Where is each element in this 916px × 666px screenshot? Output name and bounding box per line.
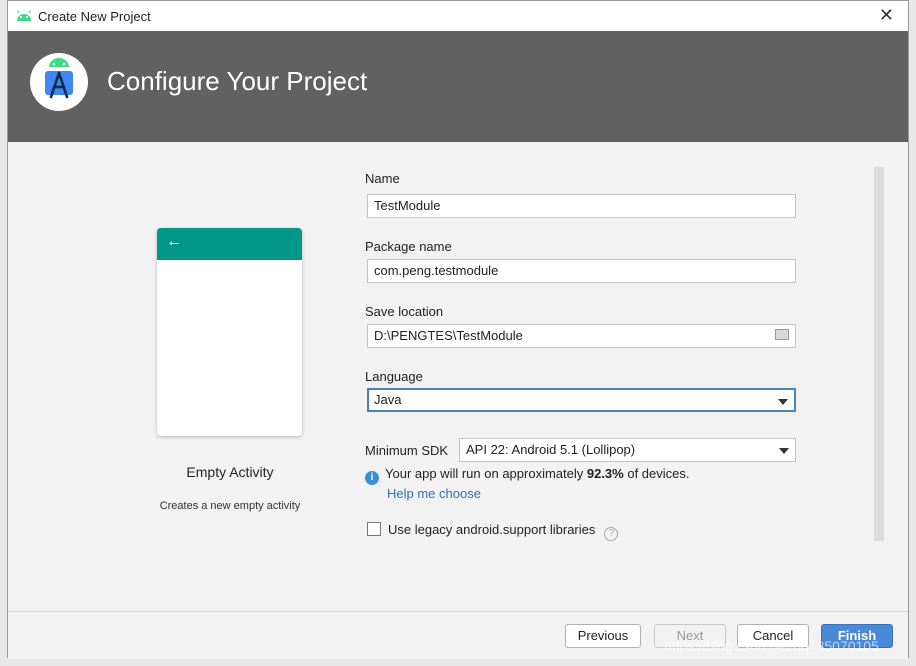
minimum-sdk-value: API 22: Android 5.1 (Lollipop) xyxy=(466,442,636,457)
language-select[interactable]: Java xyxy=(367,388,796,412)
chevron-down-icon[interactable] xyxy=(779,448,789,454)
package-name-value: com.peng.testmodule xyxy=(374,263,499,278)
package-name-label: Package name xyxy=(365,239,452,254)
content-area: ← Empty Activity Creates a new empty act… xyxy=(8,142,908,611)
language-label: Language xyxy=(365,369,423,384)
save-location-value: D:\PENGTES\TestModule xyxy=(374,328,523,343)
activity-preview: ← xyxy=(157,228,302,436)
template-description: Creates a new empty activity xyxy=(159,500,301,512)
create-project-dialog: Create New Project ✕ Configure Your Proj… xyxy=(7,0,909,659)
title-bar: Create New Project ✕ xyxy=(8,1,908,31)
page-title: Configure Your Project xyxy=(107,66,368,96)
minimum-sdk-label: Minimum SDK xyxy=(365,443,449,458)
help-icon[interactable]: ? xyxy=(604,527,619,541)
android-studio-logo-icon xyxy=(30,53,88,111)
window-title: Create New Project xyxy=(38,9,151,24)
arrow-back-icon: ← xyxy=(166,233,182,250)
scrollbar[interactable] xyxy=(874,167,884,541)
info-percent: 92.3% xyxy=(586,466,624,481)
preview-app-bar: ← xyxy=(157,228,302,260)
minimum-sdk-select[interactable]: API 22: Android 5.1 (Lollipop) xyxy=(459,438,796,462)
save-location-label: Save location xyxy=(365,304,444,319)
info-prefix: Your app will run on approximately xyxy=(385,466,587,481)
folder-icon[interactable] xyxy=(775,329,789,340)
help-me-choose-link[interactable]: Help me choose xyxy=(387,486,481,501)
name-field[interactable]: TestModule xyxy=(367,194,796,218)
close-icon[interactable]: ✕ xyxy=(879,5,894,25)
android-icon xyxy=(17,10,31,21)
previous-button[interactable]: Previous xyxy=(565,624,641,648)
info-suffix: of devices. xyxy=(623,466,690,481)
chevron-down-icon[interactable] xyxy=(778,399,788,405)
package-name-field[interactable]: com.peng.testmodule xyxy=(367,259,796,283)
watermark: https://blog.csdn.net/qq_35070105 xyxy=(664,638,879,654)
save-location-field[interactable]: D:\PENGTES\TestModule xyxy=(367,324,796,348)
legacy-support-label[interactable]: Use legacy android.support libraries xyxy=(388,522,595,537)
header-banner: Configure Your Project xyxy=(8,31,908,142)
legacy-support-row: Use legacy android.support libraries? xyxy=(367,522,619,541)
device-coverage-info: i Your app will run on approximately 92.3… xyxy=(365,466,690,485)
name-label: Name xyxy=(365,171,400,186)
legacy-support-checkbox[interactable] xyxy=(367,522,381,536)
template-name: Empty Activity xyxy=(186,464,274,480)
name-value: TestModule xyxy=(374,198,441,213)
info-icon: i xyxy=(365,471,379,485)
language-value: Java xyxy=(374,392,402,407)
